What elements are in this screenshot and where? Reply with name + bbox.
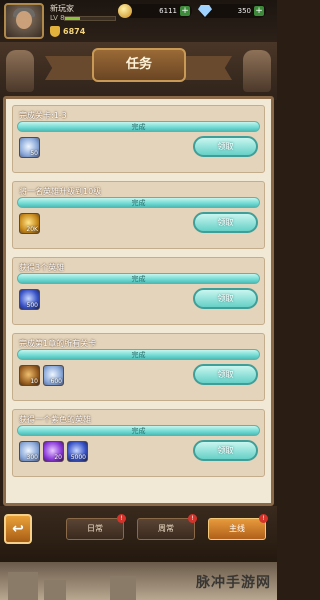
quest-title: 获得3个英雄 xyxy=(19,263,65,272)
quest-title: 完成关卡:1-3 xyxy=(19,111,67,120)
claim-button[interactable]: 领取 xyxy=(193,440,258,461)
add-gold-button[interactable]: + xyxy=(180,6,190,16)
quest-progress-bar: 完成 xyxy=(17,349,260,360)
tab-main[interactable]: 主线 ! xyxy=(208,514,268,540)
progress-status: 完成 xyxy=(131,199,146,207)
page-title: 任务 xyxy=(92,48,186,82)
top-bar: 新玩家 LV 8 6874 6111 + 350 + xyxy=(0,0,277,42)
notification-badge: ! xyxy=(188,514,197,523)
chest-icon[interactable]: 10 xyxy=(19,365,40,386)
quest-progress-bar: 完成 xyxy=(17,273,260,284)
player-name: 新玩家 xyxy=(50,4,74,13)
background-scene: 脉冲手游网 xyxy=(0,562,277,600)
player-level: LV 8 xyxy=(50,14,65,22)
add-gems-button[interactable]: + xyxy=(254,6,264,16)
progress-status: 完成 xyxy=(131,427,146,435)
back-button[interactable]: ↩ xyxy=(4,514,32,544)
gold-counter: 6111 + xyxy=(118,4,192,18)
watermark-text: 脉冲手游网 xyxy=(196,575,271,591)
castle-tower xyxy=(110,576,136,600)
bottom-nav: ↩ 日常 ! 周常 ! 主线 ! xyxy=(0,506,277,562)
gem-icon[interactable]: 600 xyxy=(43,365,64,386)
gem-icon[interactable]: 300 xyxy=(19,441,40,462)
avatar-face xyxy=(16,11,32,29)
progress-status: 完成 xyxy=(131,275,146,283)
gem-value: 350 xyxy=(237,7,251,15)
quest-title: 将一名英雄升级到10级 xyxy=(19,187,102,196)
power-icon xyxy=(50,25,60,37)
castle-tower xyxy=(8,572,38,600)
tab-daily[interactable]: 日常 ! xyxy=(66,514,126,540)
gold-value: 6111 xyxy=(159,7,177,15)
claim-button[interactable]: 领取 xyxy=(193,288,258,309)
quest-title: 完成第1章的所有关卡 xyxy=(19,339,97,348)
quest-card: 将一名英雄升级到10级 完成 20K 领取 xyxy=(12,181,265,249)
quest-progress-bar: 完成 xyxy=(17,121,260,132)
quest-card: 获得3个英雄 完成 500 领取 xyxy=(12,257,265,325)
quest-card: 完成第1章的所有关卡 完成 10 600 领取 xyxy=(12,333,265,401)
gold-coin-icon xyxy=(118,4,132,18)
power-value: 6874 xyxy=(63,26,86,36)
gem-icon[interactable]: 50 xyxy=(19,137,40,158)
progress-status: 完成 xyxy=(131,123,146,131)
player-avatar[interactable] xyxy=(4,3,44,39)
hero-orb-icon[interactable]: 500 xyxy=(19,289,40,310)
claim-button[interactable]: 领取 xyxy=(193,364,258,385)
power-display: 6874 xyxy=(50,25,85,37)
purple-orb-icon[interactable]: 20 xyxy=(43,441,64,462)
progress-status: 完成 xyxy=(131,351,146,359)
quest-progress-bar: 完成 xyxy=(17,197,260,208)
header-banner: 任务 xyxy=(0,42,277,100)
quest-progress-bar: 完成 xyxy=(17,425,260,436)
xp-bar xyxy=(64,16,116,21)
gem-counter: 350 + xyxy=(198,4,266,18)
warrior-statue-left xyxy=(6,50,34,92)
quest-card: 获得一个紫色的英雄 完成 300 20 5000 领取 xyxy=(12,409,265,477)
quest-card: 完成关卡:1-3 完成 50 领取 xyxy=(12,105,265,173)
claim-button[interactable]: 领取 xyxy=(193,136,258,157)
castle-tower xyxy=(44,580,66,600)
tab-weekly[interactable]: 周常 ! xyxy=(137,514,197,540)
diamond-icon xyxy=(198,5,212,17)
claim-button[interactable]: 领取 xyxy=(193,212,258,233)
quest-panel: 完成关卡:1-3 完成 50 领取 将一名英雄升级到10级 完成 20K 领取 … xyxy=(3,96,274,506)
hero-orb-icon[interactable]: 5000 xyxy=(67,441,88,462)
notification-badge: ! xyxy=(259,514,268,523)
quest-title: 获得一个紫色的英雄 xyxy=(19,415,91,424)
warrior-statue-right xyxy=(243,50,271,92)
gold-icon[interactable]: 20K xyxy=(19,213,40,234)
notification-badge: ! xyxy=(117,514,126,523)
